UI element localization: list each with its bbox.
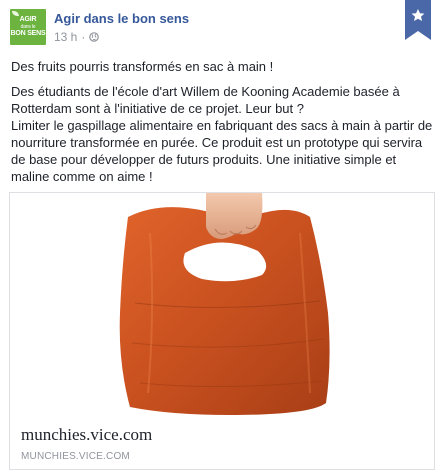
avatar-text-3: BON SENS	[10, 30, 46, 37]
avatar[interactable]: AGIR dans le BON SENS	[10, 9, 46, 45]
post-paragraph: Des étudiants de l'école d'art Willem de…	[11, 84, 433, 184]
page-name-link[interactable]: Agir dans le bon sens	[54, 11, 189, 26]
link-domain: MUNCHIES.VICE.COM	[21, 451, 130, 462]
globe-icon[interactable]	[89, 32, 100, 42]
meta-separator: ·	[81, 30, 86, 44]
post-headline: Des fruits pourris transformés en sac à …	[11, 59, 274, 74]
post-meta: 13 h ·	[54, 30, 100, 44]
link-preview-image[interactable]	[10, 193, 434, 417]
post-text: Des fruits pourris transformés en sac à …	[11, 58, 436, 185]
leaf-icon	[12, 11, 19, 16]
bookmark-star-icon[interactable]	[405, 0, 431, 40]
avatar-text-1: AGIR	[19, 16, 37, 23]
link-title[interactable]: munchies.vice.com	[21, 425, 152, 445]
link-preview-card[interactable]: munchies.vice.com MUNCHIES.VICE.COM	[9, 192, 435, 470]
facebook-post: AGIR dans le BON SENS Agir dans le bon s…	[0, 0, 445, 472]
handbag-image	[119, 193, 330, 415]
post-time[interactable]: 13 h	[54, 30, 77, 44]
post-header: AGIR dans le BON SENS Agir dans le bon s…	[10, 9, 390, 45]
